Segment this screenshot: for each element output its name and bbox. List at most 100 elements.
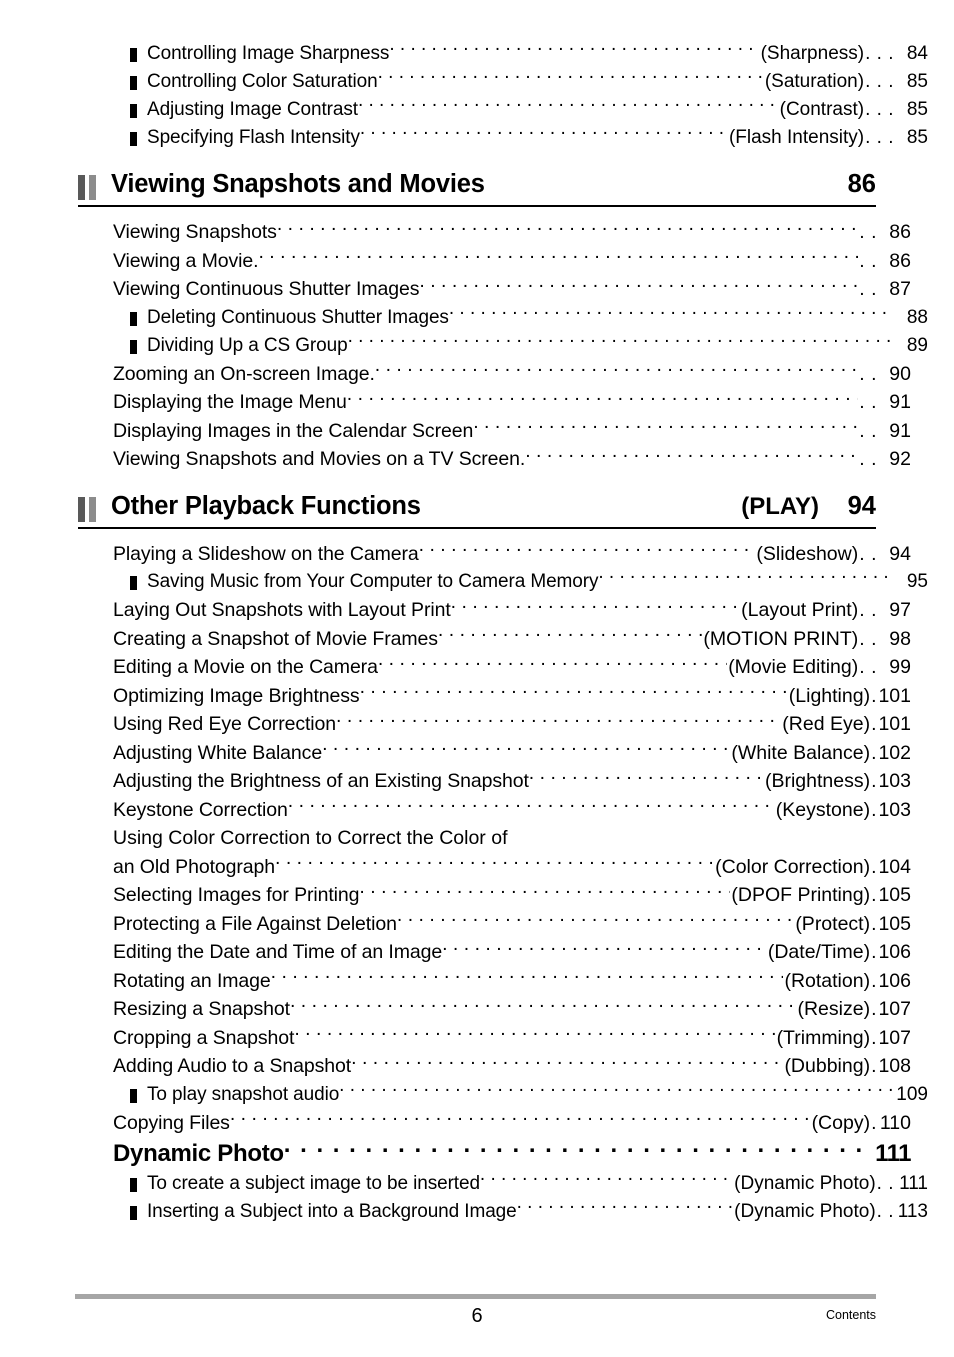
toc-subentry[interactable]: Specifying Flash Intensity (Flash Intensi… — [78, 124, 928, 152]
toc-entry[interactable]: Using Red Eye Correction (Red Eye).101 — [78, 710, 911, 739]
toc-entry[interactable]: Zooming an On-screen Image. . . 90 — [78, 360, 911, 389]
toc-entry[interactable]: Viewing Continuous Shutter Images . . 87 — [78, 275, 911, 304]
toc-page-number: 106 — [878, 969, 911, 992]
toc-entry[interactable]: Creating a Snapshot of Movie Frames (MOTI… — [78, 625, 911, 654]
toc-entry[interactable]: Rotating an Image (Rotation).106 — [78, 967, 911, 996]
dot-leader — [397, 910, 794, 930]
toc-page-number: 104 — [878, 855, 911, 878]
toc-entry-feature-tag: (Keystone) — [775, 798, 871, 821]
toc-entry[interactable]: Adding Audio to a Snapshot (Dubbing).108 — [78, 1052, 911, 1081]
dot-leader — [348, 332, 894, 351]
toc-entry-feature-tag: (Red Eye) — [782, 713, 871, 735]
dot-leader — [230, 1109, 811, 1129]
toc-entry[interactable]: Optimizing Image Brightness (Lighting).10… — [78, 682, 911, 711]
toc-entry-feature-tag: (White Balance) — [731, 741, 871, 764]
toc-subentry[interactable]: Inserting a Subject into a Background Im… — [78, 1198, 928, 1226]
toc-entry[interactable]: Viewing a Movie. . . 86 — [78, 247, 911, 276]
toc-subentry[interactable]: Saving Music from Your Computer to Camer… — [78, 568, 928, 596]
toc-entry-tail-dots: . . — [859, 278, 877, 300]
toc-entry-tail-dots: . — [871, 969, 877, 992]
toc-entry-title: Controlling Color Saturation — [147, 71, 378, 92]
toc-entry[interactable]: Keystone Correction (Keystone).103 — [78, 796, 911, 825]
toc-page-number: 84 — [906, 43, 928, 64]
chapter-heading[interactable]: Viewing Snapshots and Movies 86 — [78, 170, 876, 207]
toc-entry[interactable]: Displaying the Image Menu . . 91 — [78, 388, 911, 417]
toc-page-number: 94 — [889, 542, 911, 565]
toc-entry-feature-tag: (Dynamic Photo) — [734, 1173, 876, 1194]
toc-entry-tail-dots: . — [871, 941, 877, 963]
toc-entry-tail-dots: . . — [876, 1173, 894, 1194]
toc-entry[interactable]: Editing the Date and Time of an Image (Da… — [78, 938, 911, 967]
toc-subentry[interactable]: To play snapshot audio 109 — [78, 1081, 928, 1109]
toc-entry[interactable]: an Old Photograph (Color Correction).104 — [78, 853, 911, 882]
dot-leader — [378, 654, 727, 674]
toc-entry[interactable]: Selecting Images for Printing (DPOF Print… — [78, 881, 911, 910]
toc-entry[interactable]: Laying Out Snapshots with Layout Print (L… — [78, 596, 911, 625]
toc-entry-tail-dots: . . — [859, 419, 877, 442]
toc-entry-tail-dots: . — [871, 770, 877, 792]
toc-entry-title: Adjusting the Brightness of an Existing … — [113, 770, 529, 792]
toc-entry[interactable]: Resizing a Snapshot (Resize).107 — [78, 995, 911, 1024]
toc-entry[interactable]: Playing a Slideshow on the Camera (Slides… — [78, 540, 911, 569]
toc-bold-subheading[interactable]: Dynamic Photo 111 — [78, 1137, 912, 1170]
toc-entry-title: Adding Audio to a Snapshot — [113, 1055, 352, 1077]
dot-leader — [451, 597, 741, 617]
chapter-heading[interactable]: Other Playback Functions (PLAY) 94 — [78, 492, 876, 529]
square-bullet-icon — [130, 76, 137, 90]
toc-subentry[interactable]: Dividing Up a CS Group 89 — [78, 332, 928, 360]
toc-entry-title: Protecting a File Against Deletion — [113, 912, 397, 935]
dot-leader — [442, 939, 767, 959]
toc-page-number: 85 — [906, 127, 928, 148]
toc-page-number: 90 — [889, 362, 911, 385]
toc-entry-feature-tag: (Resize) — [797, 998, 871, 1020]
toc-entry-title: To create a subject image to be inserted — [147, 1173, 480, 1194]
toc-entry-tail-dots: . . — [859, 542, 877, 565]
footer-section-label: Contents — [825, 1308, 876, 1322]
square-bullet-icon — [130, 104, 137, 118]
table-of-contents: Controlling Image Sharpness(Sharpness). … — [78, 40, 928, 1226]
toc-subentry[interactable]: Controlling Color Saturation (Saturation)… — [78, 68, 928, 96]
toc-page-number: 108 — [878, 1055, 911, 1077]
toc-entry-feature-tag: (DPOF Printing) — [731, 884, 871, 906]
toc-entry-feature-tag: (Brightness) — [764, 770, 871, 792]
toc-entry[interactable]: Cropping a Snapshot (Trimming).107 — [78, 1024, 911, 1053]
toc-entry-title: Dynamic Photo — [113, 1140, 284, 1167]
toc-entry[interactable]: Copying Files (Copy).110 — [78, 1109, 911, 1138]
dot-leader — [284, 1137, 865, 1161]
toc-subentry[interactable]: To create a subject image to be inserted… — [78, 1170, 928, 1198]
toc-entry-title: Controlling Image Sharpness — [147, 43, 390, 64]
toc-page-number: 88 — [906, 306, 928, 328]
toc-entry-title: Creating a Snapshot of Movie Frames — [113, 627, 438, 650]
toc-entry-title: Deleting Continuous Shutter Images — [147, 306, 449, 328]
dot-leader — [375, 360, 858, 380]
toc-subentry[interactable]: Controlling Image Sharpness (Sharpness). … — [78, 40, 928, 68]
dot-leader — [336, 711, 781, 731]
toc-page-number: 110 — [879, 1111, 911, 1134]
toc-page-number: 109 — [896, 1083, 928, 1105]
toc-entry-tail-dots: . — [871, 1055, 877, 1077]
toc-entry-feature-tag: (Rotation) — [784, 969, 871, 992]
square-bullet-icon — [130, 1206, 137, 1220]
toc-entry[interactable]: Editing a Movie on the Camera (Movie Edit… — [78, 653, 911, 682]
toc-entry[interactable]: Adjusting the Brightness of an Existing … — [78, 767, 911, 796]
toc-page-number: 103 — [878, 770, 911, 792]
toc-entry[interactable]: Viewing Snapshots . . 86 — [78, 218, 911, 247]
dot-leader — [288, 796, 775, 816]
toc-page-number: 105 — [878, 912, 911, 935]
toc-entry[interactable]: Displaying Images in the Calendar Screen… — [78, 417, 911, 446]
toc-entry[interactable]: Protecting a File Against Deletion (Prote… — [78, 910, 911, 939]
toc-entry-title: Viewing Continuous Shutter Images — [113, 278, 420, 300]
toc-entry-tail-dots: . . — [859, 656, 877, 678]
square-bullet-icon — [130, 1178, 137, 1192]
dot-leader — [480, 1170, 733, 1189]
toc-subentry[interactable]: Adjusting Image Contrast (Contrast). . . 8… — [78, 96, 928, 124]
dot-leader — [598, 568, 894, 587]
dot-leader — [449, 304, 894, 323]
dot-leader — [359, 882, 730, 902]
toc-subentry[interactable]: Deleting Continuous Shutter Images 88 — [78, 304, 928, 332]
toc-entry-feature-tag: (Saturation) — [764, 71, 865, 92]
toc-entry[interactable]: Viewing Snapshots and Movies on a TV Scr… — [78, 445, 911, 474]
toc-entry-title: Resizing a Snapshot — [113, 998, 290, 1020]
dot-leader — [473, 417, 858, 437]
toc-entry[interactable]: Adjusting White Balance (White Balance).1… — [78, 739, 911, 768]
